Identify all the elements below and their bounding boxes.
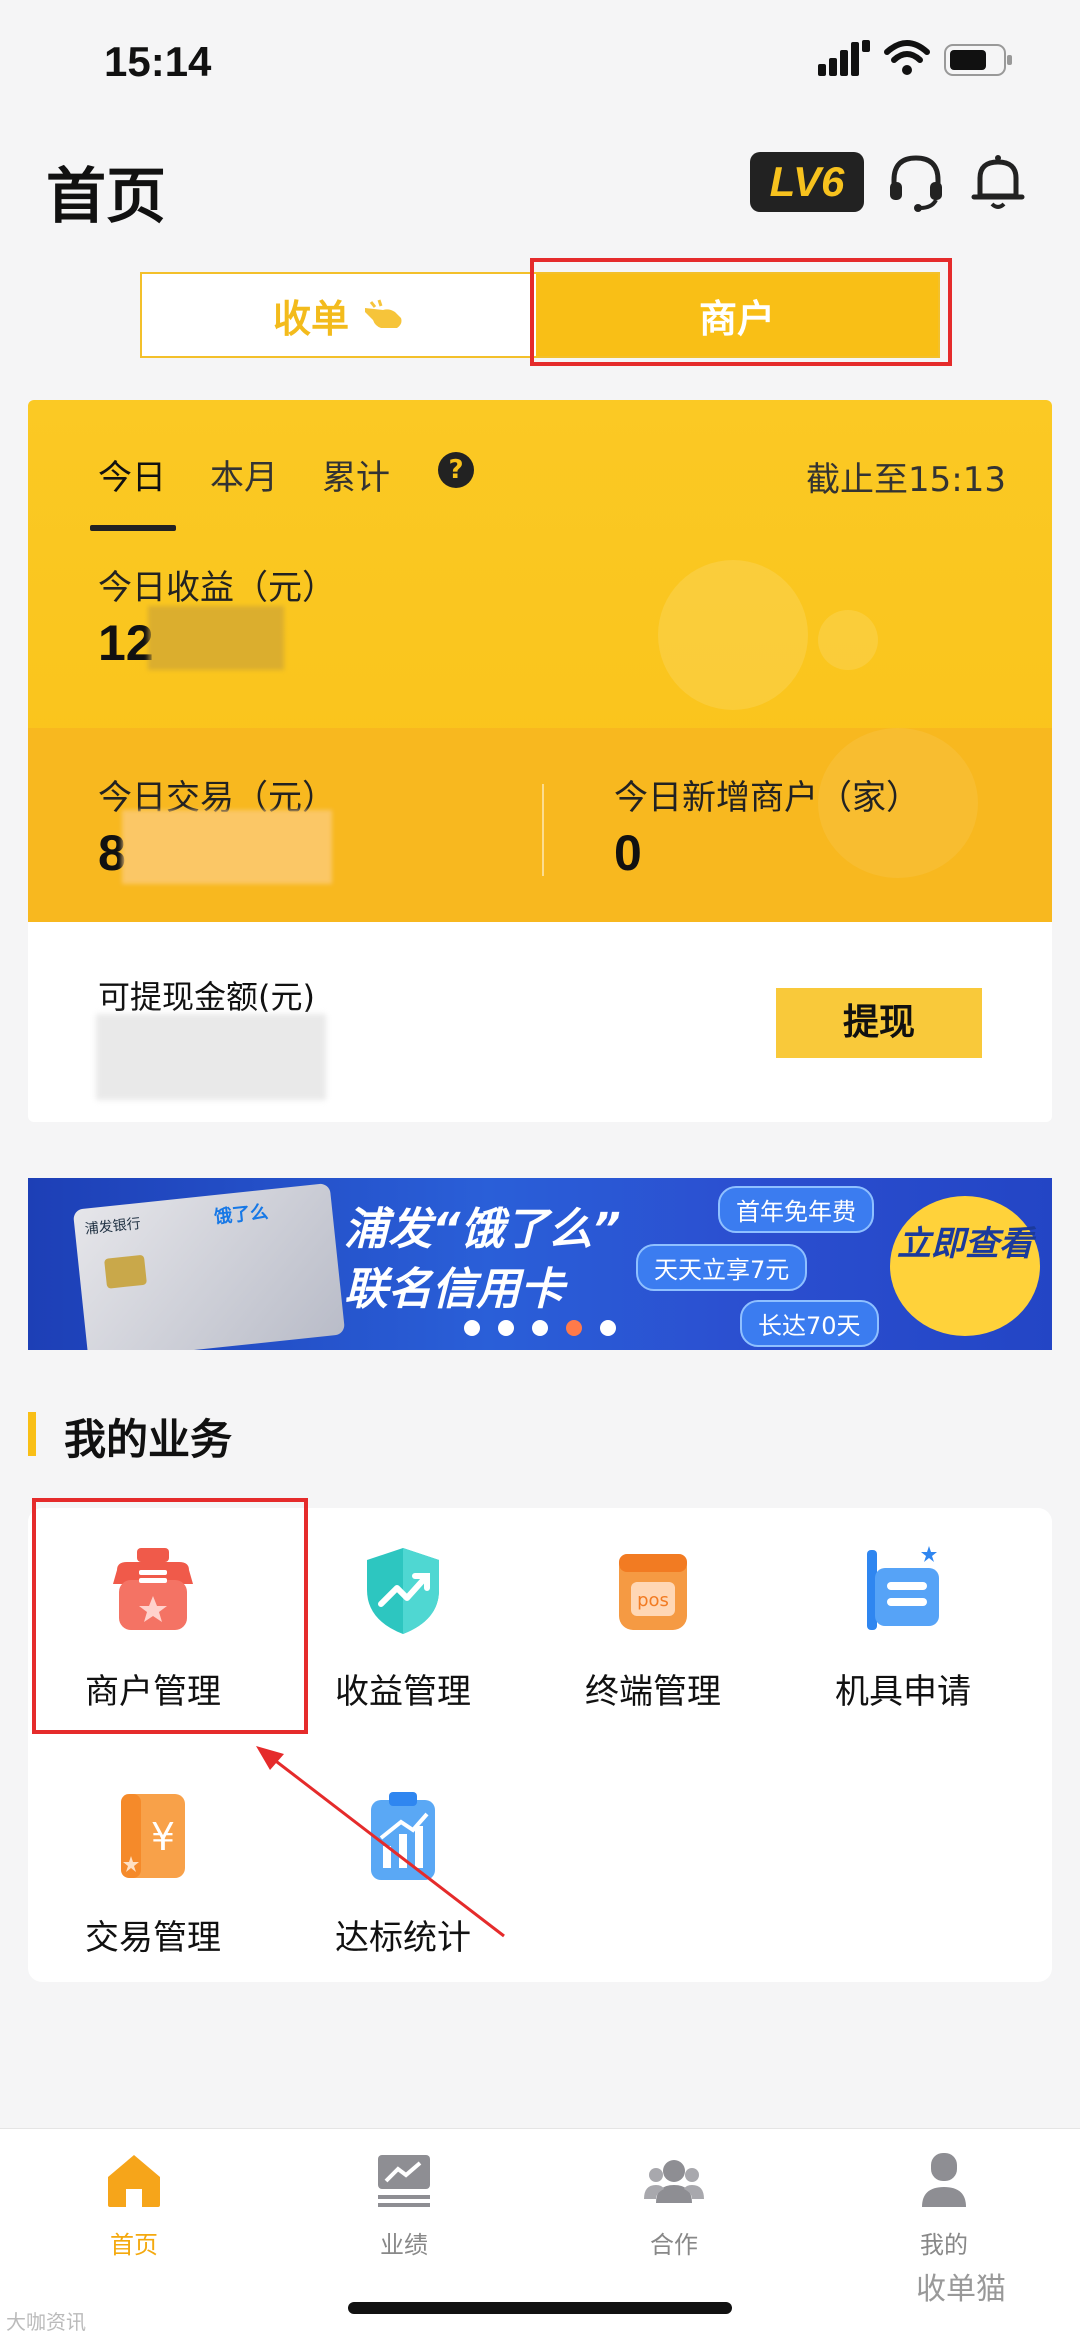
terminal-management-item[interactable]: pos 终端管理 <box>528 1540 778 1713</box>
nav-mine-label: 我的 <box>920 2231 968 2259</box>
nav-cooperation-label: 合作 <box>650 2231 698 2259</box>
device-application-item[interactable]: 机具申请 <box>778 1540 1028 1713</box>
decor-circle <box>658 560 808 710</box>
withdraw-button[interactable]: 提现 <box>776 988 982 1058</box>
today-income-value: 12 <box>98 615 154 671</box>
stats-divider <box>542 784 544 876</box>
withdrawable-label: 可提现金额(元) <box>98 978 315 1016</box>
tab-acquiring-label: 收单 <box>272 296 349 341</box>
nav-mine[interactable]: 我的 <box>844 2151 1044 2260</box>
device-application-icon <box>867 1546 939 1630</box>
red-arrow-annotation <box>256 1746 505 1938</box>
banner-pill: 长达70天 <box>740 1300 879 1347</box>
stats-card: 今日 本月 累计 ? 截止至15:13 今日收益（元） 12 今日交易（元） 8… <box>28 400 1052 922</box>
withdraw-card: 可提现金额(元) 提现 <box>28 922 1052 1122</box>
income-management-item[interactable]: 收益管理 <box>278 1540 528 1713</box>
nav-home[interactable]: 首页 <box>34 2151 234 2260</box>
tab-acquiring[interactable]: 收单 <box>142 274 536 356</box>
carousel-dot[interactable] <box>498 1320 514 1336</box>
card-brand-logo: 饿了么 <box>213 1201 270 1229</box>
terminal-management-label: 终端管理 <box>585 1672 721 1712</box>
help-icon[interactable]: ? <box>438 452 474 488</box>
level-badge[interactable]: LV6 <box>750 152 864 212</box>
carousel-dot[interactable] <box>464 1320 480 1336</box>
status-bar: 15:14 <box>0 0 1080 120</box>
banner-pill: 首年免年费 <box>718 1186 874 1233</box>
watermark-right: 收单猫 <box>916 2272 1006 2307</box>
carousel-dot[interactable] <box>532 1320 548 1336</box>
status-time: 15:14 <box>104 38 212 85</box>
credit-card-image: 浦发银行 饿了么 <box>72 1182 346 1350</box>
highlight-box-merchant-management <box>32 1498 308 1734</box>
new-merchants-value: 0 <box>614 825 642 881</box>
income-management-label: 收益管理 <box>335 1672 471 1712</box>
tab-total[interactable]: 累计 <box>322 450 390 499</box>
wifi-icon <box>884 40 930 75</box>
watermark-left: 大咖资讯 <box>6 2310 86 2334</box>
pos-terminal-icon: pos <box>619 1554 687 1630</box>
card-chip <box>104 1254 147 1289</box>
page-title: 首页 <box>46 162 166 232</box>
tab-today[interactable]: 今日 <box>90 450 176 531</box>
home-icon <box>108 2155 160 2207</box>
svg-text:pos: pos <box>637 1590 669 1611</box>
today-income-label: 今日收益（元） <box>98 568 336 608</box>
promo-banner[interactable]: 浦发银行 饿了么 浦发“饿了么” 联名信用卡 首年免年费 天天立享7元 长达70… <box>28 1178 1052 1350</box>
section-title: 我的业务 <box>64 1415 233 1464</box>
shield-chart-icon <box>367 1548 439 1634</box>
deadline-text: 截止至15:13 <box>806 460 1006 500</box>
redacted-blur <box>96 1014 326 1100</box>
nav-cooperation[interactable]: 合作 <box>574 2151 774 2260</box>
carousel-dot[interactable] <box>600 1320 616 1336</box>
nav-performance[interactable]: 业绩 <box>304 2151 504 2260</box>
banner-cta[interactable]: 立即查看 <box>890 1196 1040 1336</box>
battery-icon <box>944 44 1012 76</box>
carousel-dot-active[interactable] <box>566 1320 582 1336</box>
section-accent-bar <box>28 1412 36 1456</box>
banner-title-line1: 浦发“饿了么” <box>344 1204 621 1255</box>
highlight-box-merchant-tab <box>530 258 952 366</box>
users-icon <box>644 2160 704 2203</box>
nav-performance-label: 业绩 <box>380 2231 428 2259</box>
chart-icon <box>378 2155 430 2207</box>
svg-text:¥: ¥ <box>151 1815 175 1859</box>
nav-home-label: 首页 <box>110 2231 158 2259</box>
transaction-management-item[interactable]: ¥ 交易管理 <box>28 1786 278 1959</box>
hand-pointer-icon <box>365 299 402 328</box>
banner-pill: 天天立享7元 <box>636 1244 808 1291</box>
redacted-blur <box>148 606 284 670</box>
yuan-ledger-icon: ¥ <box>121 1794 185 1878</box>
period-tabs: 今日 本月 累计 <box>90 450 434 531</box>
signal-icon <box>818 40 870 76</box>
transaction-management-label: 交易管理 <box>85 1918 221 1958</box>
bell-icon[interactable] <box>966 150 1030 214</box>
card-bank-name: 浦发银行 <box>84 1215 142 1238</box>
device-application-label: 机具申请 <box>835 1672 971 1712</box>
home-indicator[interactable] <box>348 2302 732 2314</box>
carousel-dots <box>464 1320 616 1336</box>
banner-title-line2: 联名信用卡 <box>344 1264 564 1315</box>
headset-icon[interactable] <box>884 150 948 214</box>
new-merchants-label: 今日新增商户（家） <box>614 778 920 818</box>
person-icon <box>922 2153 966 2207</box>
decor-circle <box>818 610 878 670</box>
banner-title: 浦发“饿了么” 联名信用卡 <box>344 1200 621 1320</box>
tab-month[interactable]: 本月 <box>210 450 278 499</box>
redacted-blur <box>122 810 332 884</box>
